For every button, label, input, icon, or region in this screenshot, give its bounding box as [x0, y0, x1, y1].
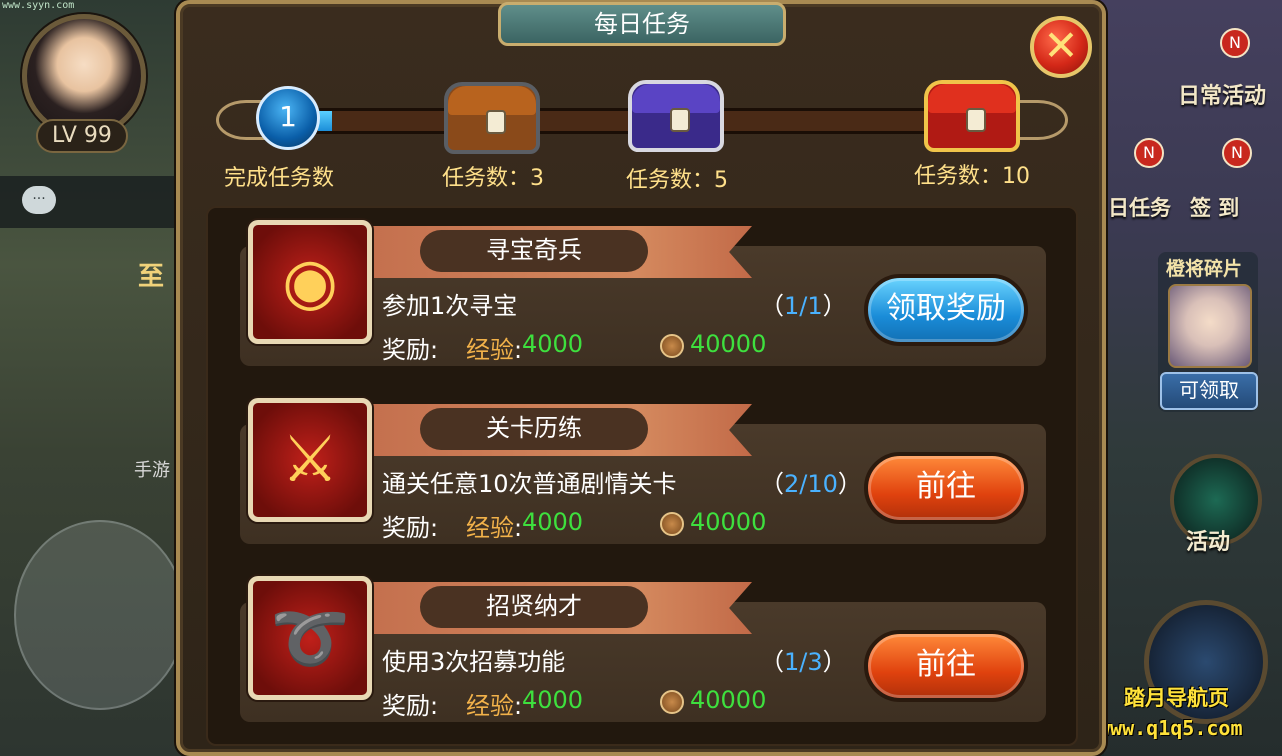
- left-partial-label: 至: [138, 262, 165, 292]
- crossed-swords-icon: ⚔: [248, 398, 372, 522]
- reward-label: 奖励:: [382, 336, 439, 364]
- go-button[interactable]: 前往: [864, 630, 1028, 702]
- bronze-chest-icon[interactable]: [444, 82, 540, 154]
- quest-reward: 奖励: 经验: 4000 40000: [382, 508, 766, 543]
- progress-fill: [318, 111, 332, 131]
- milestone-label-1: 任务数：3: [442, 166, 544, 191]
- horn-icon: ➰: [248, 576, 372, 700]
- quest-reward: 奖励: 经验: 4000 40000: [382, 686, 766, 721]
- nav-watermark-url: www.q1q5.com: [1098, 716, 1243, 740]
- gold-chest-icon[interactable]: [924, 80, 1020, 152]
- milestone-label-2: 任务数：5: [626, 168, 728, 193]
- go-button[interactable]: 前往: [864, 452, 1028, 524]
- progress-label: 完成任务数: [224, 166, 335, 191]
- quest-progress: （1/3）: [760, 648, 847, 676]
- new-badge-3: N: [1222, 138, 1252, 168]
- fragment-hero-portrait: [1168, 284, 1252, 368]
- fragment-claim-button[interactable]: 可领取: [1160, 372, 1258, 410]
- quest-name: 寻宝奇兵: [420, 230, 648, 272]
- exp-label: 经验:: [466, 336, 523, 364]
- silver-chest-icon[interactable]: [628, 80, 724, 152]
- chat-bubble-icon[interactable]: ···: [22, 186, 56, 214]
- quest-description: 使用3次招募功能: [382, 648, 566, 676]
- coin-value: 40000: [690, 330, 767, 358]
- coin-value: 40000: [690, 686, 767, 714]
- milestone-label-3: 任务数：10: [914, 164, 1030, 189]
- daily-activity-entry[interactable]: 日常活动: [1178, 78, 1266, 110]
- quest-reward: 奖励: 经验: 4000 40000: [382, 330, 766, 365]
- top-watermark: www.syyn.com: [2, 0, 75, 11]
- coin-value: 40000: [690, 508, 767, 536]
- reward-label: 奖励:: [382, 514, 439, 542]
- quest-progress-value: 1/1: [784, 292, 823, 320]
- quest-progress: （2/10）: [760, 470, 862, 498]
- exp-label: 经验:: [466, 692, 523, 720]
- exp-value: 4000: [522, 686, 584, 714]
- quest-row: 招贤纳才 ➰ 使用3次招募功能 （1/3） 奖励: 经验: 4000 40000…: [240, 576, 1046, 722]
- virtual-joystick[interactable]: [14, 520, 186, 710]
- activity-label[interactable]: 活动: [1186, 524, 1230, 556]
- coin-icon: [660, 334, 684, 358]
- quest-progress-value: 1/3: [784, 648, 823, 676]
- fragment-title: 橙将碎片: [1166, 258, 1243, 280]
- new-badge-1: N: [1220, 28, 1250, 58]
- quest-progress: （1/1）: [760, 292, 847, 320]
- quest-description: 参加1次寻宝: [382, 292, 518, 320]
- exp-value: 4000: [522, 330, 584, 358]
- panel-title: 每日任务: [498, 2, 786, 46]
- exp-label: 经验:: [466, 514, 523, 542]
- quest-row: 关卡历练 ⚔ 通关任意10次普通剧情关卡 （2/10） 奖励: 经验: 4000…: [240, 398, 1046, 544]
- coin-icon: [660, 690, 684, 714]
- nav-watermark: 踏月导航页: [1124, 686, 1229, 710]
- sign-in-entry[interactable]: 签 到: [1190, 192, 1239, 222]
- quest-name: 招贤纳才: [420, 586, 648, 628]
- reward-label: 奖励:: [382, 692, 439, 720]
- left-partial-label-2: 手游: [134, 460, 170, 481]
- coin-icon: [660, 512, 684, 536]
- daily-task-entry[interactable]: 日任务: [1108, 192, 1171, 222]
- quest-description: 通关任意10次普通剧情关卡: [382, 470, 677, 498]
- quest-row: 寻宝奇兵 ◉ 参加1次寻宝 （1/1） 奖励: 经验: 4000 40000 领…: [240, 220, 1046, 366]
- close-button[interactable]: ✕: [1030, 16, 1092, 78]
- claim-reward-button[interactable]: 领取奖励: [864, 274, 1028, 346]
- quest-progress-value: 2/10: [784, 470, 838, 498]
- treasure-icon: ◉: [248, 220, 372, 344]
- quest-name: 关卡历练: [420, 408, 648, 450]
- player-level: LV 99: [36, 119, 128, 153]
- progress-count-orb: 1: [256, 86, 320, 150]
- new-badge-2: N: [1134, 138, 1164, 168]
- exp-value: 4000: [522, 508, 584, 536]
